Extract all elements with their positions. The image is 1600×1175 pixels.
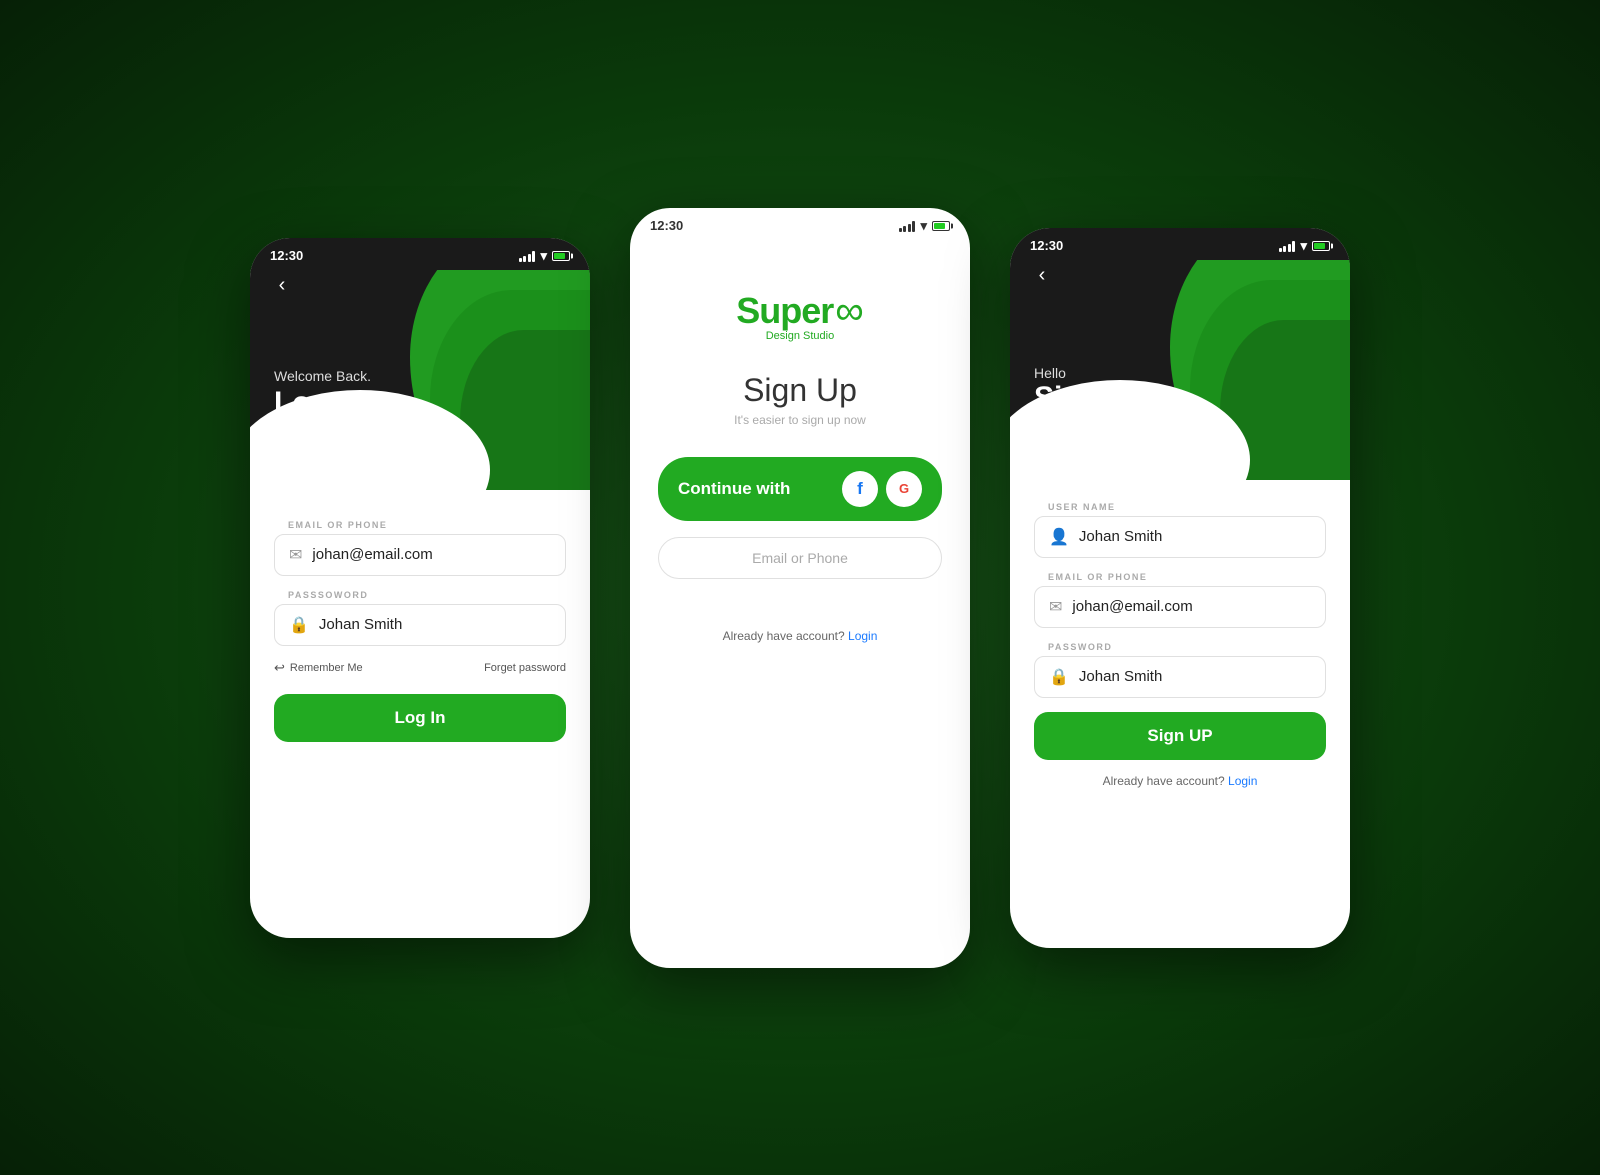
status-icons-center: ▾ (899, 218, 950, 234)
username-value-right: Johan Smith (1079, 528, 1162, 545)
password-label-left: PASSSOWORD (274, 590, 566, 600)
already-text-right: Already have account? (1103, 774, 1225, 788)
email-value-right: johan@email.com (1072, 598, 1192, 615)
lock-icon-right: 🔒 (1049, 667, 1069, 687)
logo-swish: ∞ (835, 291, 864, 331)
status-icons-left: ▾ (519, 248, 570, 264)
time-left: 12:30 (270, 248, 303, 263)
password-label-right: PASSWORD (1034, 642, 1326, 652)
left-header: ‹ Welcome Back. Log In! (250, 270, 590, 490)
envelope-icon-left: ✉ (289, 545, 302, 565)
email-value-left: johan@email.com (312, 546, 432, 563)
google-icon[interactable]: G (886, 471, 922, 507)
signal-icon-right (1279, 240, 1296, 252)
password-value-right: Johan Smith (1079, 668, 1162, 685)
email-label-left: EMAIL OR PHONE (274, 520, 566, 530)
status-bar-right: 12:30 ▾ (1010, 228, 1350, 260)
password-group-right: PASSWORD 🔒 Johan Smith (1034, 642, 1326, 698)
email-label-right: EMAIL OR PHONE (1034, 572, 1326, 582)
signal-icon-center (899, 220, 916, 232)
right-header: ‹ Hello Sign Up! (1010, 260, 1350, 480)
person-icon-right: 👤 (1049, 527, 1069, 547)
continue-label: Continue with (678, 479, 790, 499)
right-body: USER NAME 👤 Johan Smith EMAIL OR PHONE ✉… (1010, 480, 1350, 808)
left-title: Log In! (274, 386, 374, 420)
remember-icon-left: ↩ (274, 660, 285, 676)
login-link-center[interactable]: Login (848, 629, 877, 643)
signup-title-center: Sign Up (630, 372, 970, 409)
signup-subtitle-center: It's easier to sign up now (630, 413, 970, 427)
password-group-left: PASSSOWORD 🔒 Johan Smith (274, 590, 566, 646)
username-label-right: USER NAME (1034, 502, 1326, 512)
lock-icon-left: 🔒 (289, 615, 309, 635)
status-icons-right: ▾ (1279, 238, 1330, 254)
status-bar-center: 12:30 ▾ (630, 208, 970, 240)
battery-icon-right (1312, 241, 1330, 251)
left-body: EMAIL OR PHONE ✉ johan@email.com PASSSOW… (250, 490, 590, 762)
left-subtitle: Welcome Back. (274, 368, 374, 384)
time-center: 12:30 (650, 218, 683, 233)
logo-text-super: Super (736, 290, 833, 332)
social-icons-group: f G (842, 471, 922, 507)
email-field-right[interactable]: ✉ johan@email.com (1034, 586, 1326, 628)
center-logo-area: Super ∞ Design Studio (630, 240, 970, 372)
already-account-center: Already have account? Login (630, 609, 970, 663)
email-phone-input-center[interactable]: Email or Phone (658, 537, 942, 579)
battery-icon-center (932, 221, 950, 231)
password-value-left: Johan Smith (319, 616, 402, 633)
remember-label-left: Remember Me (290, 662, 363, 674)
password-field-left[interactable]: 🔒 Johan Smith (274, 604, 566, 646)
time-right: 12:30 (1030, 238, 1063, 253)
status-bar-left: 12:30 ▾ (250, 238, 590, 270)
email-group-right: EMAIL OR PHONE ✉ johan@email.com (1034, 572, 1326, 628)
center-phone: 12:30 ▾ Super ∞ Design Studio Sign Up (630, 208, 970, 968)
left-phone: 12:30 ▾ ‹ Welcome Back. Log In! (250, 238, 590, 938)
right-title: Sign Up! (1034, 381, 1157, 415)
right-phone: 12:30 ▾ ‹ Hello Sign Up! (1010, 228, 1350, 948)
envelope-icon-right: ✉ (1049, 597, 1062, 617)
battery-icon-left (552, 251, 570, 261)
signal-icon-left (519, 250, 536, 262)
username-field-right[interactable]: 👤 Johan Smith (1034, 516, 1326, 558)
continue-with-button[interactable]: Continue with f G (658, 457, 942, 521)
wifi-icon-center: ▾ (920, 218, 927, 234)
login-button[interactable]: Log In (274, 694, 566, 742)
back-button-left[interactable]: ‹ (266, 270, 298, 302)
left-header-text: Welcome Back. Log In! (274, 368, 374, 420)
remember-row-left: ↩ Remember Me Forget password (274, 660, 566, 676)
remember-me-left[interactable]: ↩ Remember Me (274, 660, 363, 676)
forget-password-left[interactable]: Forget password (484, 662, 566, 674)
back-button-right[interactable]: ‹ (1026, 260, 1058, 292)
center-signup-text: Sign Up It's easier to sign up now (630, 372, 970, 427)
email-group-left: EMAIL OR PHONE ✉ johan@email.com (274, 520, 566, 576)
username-group-right: USER NAME 👤 Johan Smith (1034, 502, 1326, 558)
login-link-right[interactable]: Login (1228, 774, 1257, 788)
facebook-icon[interactable]: f (842, 471, 878, 507)
already-text-center: Already have account? (723, 629, 845, 643)
center-body: Continue with f G Email or Phone (630, 457, 970, 609)
wifi-icon-right: ▾ (1300, 238, 1307, 254)
right-subtitle: Hello (1034, 365, 1157, 381)
email-field-left[interactable]: ✉ johan@email.com (274, 534, 566, 576)
wifi-icon-left: ▾ (540, 248, 547, 264)
signup-button-right[interactable]: Sign UP (1034, 712, 1326, 760)
right-header-text: Hello Sign Up! (1034, 365, 1157, 415)
already-account-right: Already have account? Login (1034, 774, 1326, 788)
password-field-right[interactable]: 🔒 Johan Smith (1034, 656, 1326, 698)
